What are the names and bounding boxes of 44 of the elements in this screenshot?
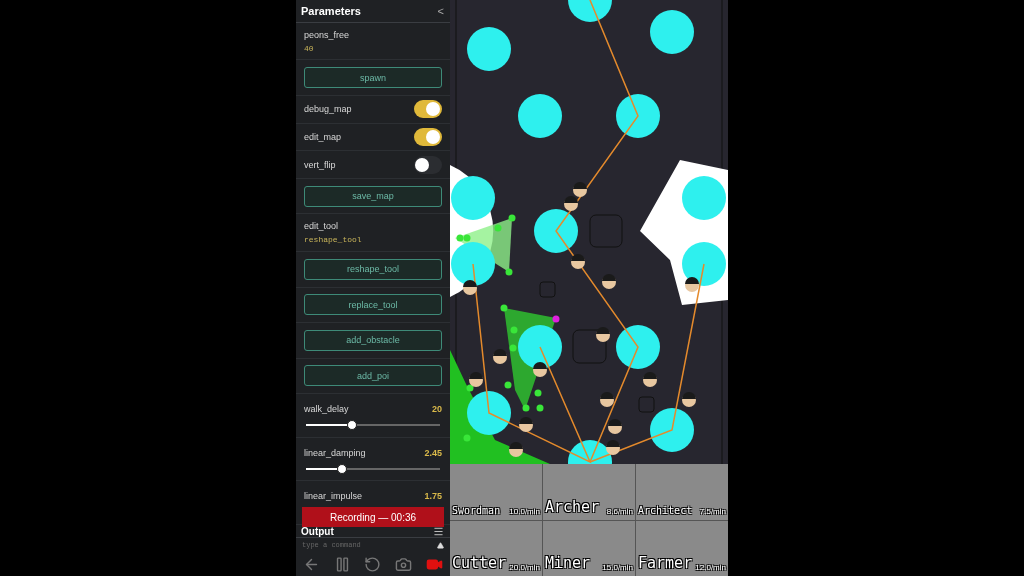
- slider-label: walk_delay: [304, 404, 349, 415]
- recording-banner: Recording — 00:36: [302, 507, 444, 527]
- slider-label: linear_impulse: [304, 491, 363, 502]
- parameter-label: edit_tool: [304, 221, 340, 232]
- output-title: Output: [301, 525, 334, 537]
- unit-rate: 7.5/min: [699, 506, 726, 516]
- camera-icon[interactable]: [395, 555, 413, 573]
- toggle-switch[interactable]: [414, 155, 442, 174]
- unit-name: Archer: [545, 497, 600, 516]
- slider-reading: 2.45: [424, 447, 442, 458]
- toggle-label: vert_flip: [304, 159, 336, 170]
- action-button[interactable]: add_poi: [304, 365, 442, 387]
- toggle-label: debug_map: [304, 104, 352, 115]
- unit-name: Architect: [638, 504, 693, 516]
- action-button[interactable]: spawn: [304, 67, 442, 89]
- parameter-value: reshape_tool: [304, 235, 363, 245]
- unit-name: Miner: [545, 554, 591, 572]
- slider-thumb[interactable]: [337, 463, 348, 474]
- slider-reading: 1.75: [424, 491, 442, 502]
- unit-rate: 15.0/min: [602, 563, 633, 572]
- slider-label: linear_damping: [304, 447, 366, 458]
- unit-rate: 10.0/min: [509, 506, 540, 516]
- action-button[interactable]: save_map: [304, 185, 442, 207]
- parameter-label: peons_free: [304, 29, 351, 40]
- action-button[interactable]: replace_tool: [304, 294, 442, 316]
- unit-rate: 12.0/min: [695, 563, 726, 572]
- action-button[interactable]: reshape_tool: [304, 258, 442, 280]
- action-button[interactable]: add_obstacle: [304, 329, 442, 351]
- panel-title: Parameters: [301, 4, 361, 17]
- toggle-switch[interactable]: [414, 127, 442, 146]
- rotate-icon[interactable]: [364, 555, 382, 573]
- collapse-button[interactable]: <: [437, 4, 444, 17]
- slider-thumb[interactable]: [346, 420, 357, 431]
- parameter-value: 40: [304, 43, 315, 53]
- unit-rate: 8.6/min: [606, 506, 633, 516]
- unit-name: Cutter: [452, 554, 507, 572]
- slider-reading: 20: [432, 404, 442, 415]
- triangle-icon[interactable]: [437, 541, 444, 549]
- menu-icon[interactable]: [433, 525, 444, 537]
- unit-name: Swordman: [452, 504, 501, 516]
- unit-name: Farmer: [638, 554, 693, 572]
- toggle-switch[interactable]: [414, 100, 442, 119]
- toggle-label: edit_map: [304, 131, 342, 142]
- unit-rate: 20.0/min: [509, 563, 540, 572]
